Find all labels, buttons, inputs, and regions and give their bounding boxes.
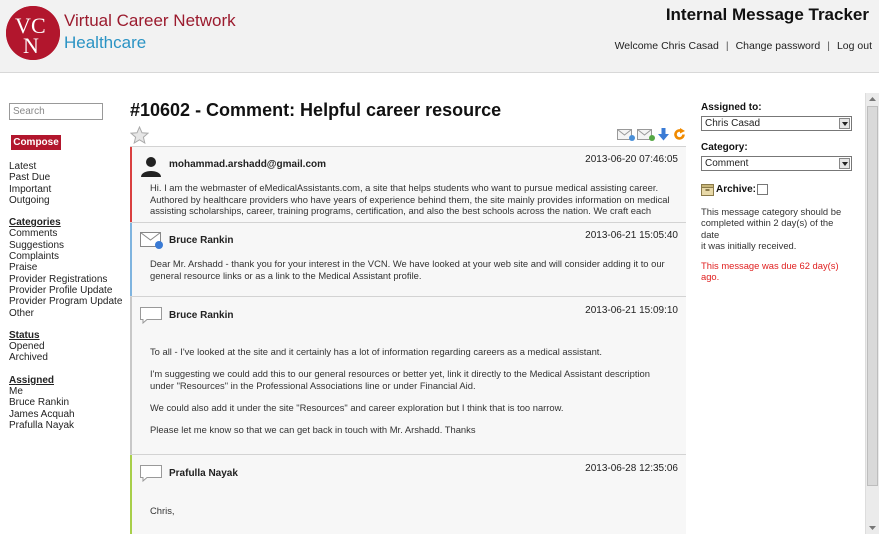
message-bar xyxy=(130,147,132,222)
thread-message: mohammad.arshadd@gmail.com 2013-06-20 07… xyxy=(130,146,686,222)
message-paragraph: Chris, xyxy=(150,505,175,516)
nav-category-provider-registrations[interactable]: Provider Registrations xyxy=(9,274,124,285)
message-toolbar xyxy=(617,128,689,142)
message-sender: mohammad.arshadd@gmail.com xyxy=(169,159,327,170)
forward-mail-icon[interactable] xyxy=(617,128,635,144)
download-arrow-icon[interactable] xyxy=(658,128,669,144)
assigned-to-select[interactable]: Chris Casad xyxy=(701,116,852,131)
change-password-link[interactable]: Change password xyxy=(736,40,821,52)
categories-nav: Categories Comments Suggestions Complain… xyxy=(9,217,124,319)
views-nav: Latest Past Due Important Outgoing xyxy=(9,161,124,206)
message-paragraph: Hi. I am the webmaster of eMedicalAssist… xyxy=(150,182,670,217)
nav-category-other[interactable]: Other xyxy=(9,308,124,319)
message-timestamp: 2013-06-20 07:46:05 xyxy=(585,154,678,165)
message-body: Hi. I am the webmaster of eMedicalAssist… xyxy=(150,182,675,220)
message-paragraph: We could also add it under the site "Res… xyxy=(150,401,564,413)
completion-note: This message category should be complete… xyxy=(701,206,842,252)
category-value: Comment xyxy=(705,158,749,169)
thread-message: Bruce Rankin 2013-06-21 15:05:40 Dear Mr… xyxy=(130,222,686,296)
refresh-icon[interactable] xyxy=(673,128,686,144)
app-title: Internal Message Tracker xyxy=(665,5,869,24)
categories-header[interactable]: Categories xyxy=(9,217,124,228)
status-nav: Status Opened Archived xyxy=(9,330,124,364)
header: V C N Virtual Career Network Healthcare … xyxy=(0,0,879,73)
message-timestamp: 2013-06-21 15:05:40 xyxy=(585,230,678,241)
nav-assigned-james-acquah[interactable]: James Acquah xyxy=(9,409,124,420)
nav-category-praise[interactable]: Praise xyxy=(9,262,124,273)
message-timestamp: 2013-06-28 12:35:06 xyxy=(585,463,678,474)
comment-bubble-icon xyxy=(140,465,162,485)
message-timestamp: 2013-06-21 15:09:10 xyxy=(585,305,678,316)
message-bar xyxy=(130,455,132,534)
assigned-nav: Assigned Me Bruce Rankin James Acquah Pr… xyxy=(9,375,124,431)
category-select[interactable]: Comment xyxy=(701,156,852,171)
nav-important[interactable]: Important xyxy=(9,184,124,195)
thread-message: Prafulla Nayak 2013-06-28 12:35:06 Chris… xyxy=(130,454,686,534)
nav-status-opened[interactable]: Opened xyxy=(9,341,124,352)
status-header[interactable]: Status xyxy=(9,330,124,341)
message-paragraph: I'm suggesting we could add this to our … xyxy=(150,368,650,391)
nav-latest[interactable]: Latest xyxy=(9,161,124,172)
logout-link[interactable]: Log out xyxy=(837,40,872,52)
assigned-to-value: Chris Casad xyxy=(705,118,761,129)
nav-category-complaints[interactable]: Complaints xyxy=(9,251,124,262)
message-bar xyxy=(130,223,132,296)
page-title: #10602 - Comment: Helpful career resourc… xyxy=(130,100,502,120)
nav-assigned-prafulla-nayak[interactable]: Prafulla Nayak xyxy=(9,420,124,431)
welcome-text: Welcome Chris Casad xyxy=(614,40,719,52)
add-mail-icon[interactable] xyxy=(637,128,655,144)
archive-box-icon xyxy=(701,184,714,199)
brand-subtitle: Healthcare xyxy=(64,33,147,52)
vcn-logo[interactable]: V C N xyxy=(6,6,60,60)
sidebar: Compose Latest Past Due Important Outgoi… xyxy=(9,103,124,431)
nav-outgoing[interactable]: Outgoing xyxy=(9,195,124,206)
message-body: Dear Mr. Arshadd - thank you for your in… xyxy=(150,258,675,292)
message-paragraph: Dear Mr. Arshadd - thank you for your in… xyxy=(150,258,665,281)
message-sender: Bruce Rankin xyxy=(169,310,234,321)
assigned-to-label: Assigned to: xyxy=(701,102,762,113)
message-body: To all - I've looked at the site and it … xyxy=(150,346,675,446)
archive-checkbox[interactable] xyxy=(757,184,768,195)
user-avatar-icon xyxy=(140,155,162,180)
nav-category-suggestions[interactable]: Suggestions xyxy=(9,240,124,251)
archive-row: Archive: xyxy=(701,184,853,198)
message-main: #10602 - Comment: Helpful career resourc… xyxy=(129,100,690,145)
category-label: Category: xyxy=(701,142,748,153)
brand-name: Virtual Career Network xyxy=(64,11,236,30)
message-sender: Prafulla Nayak xyxy=(169,468,238,479)
nav-category-provider-profile-update[interactable]: Provider Profile Update xyxy=(9,285,124,296)
nav-status-archived[interactable]: Archived xyxy=(9,352,124,363)
message-properties-panel: Assigned to: Chris Casad Category: Comme… xyxy=(701,102,853,282)
scroll-up-arrow-icon[interactable] xyxy=(866,93,879,106)
page-scrollbar[interactable] xyxy=(865,93,879,534)
nav-category-provider-program-update[interactable]: Provider Program Update xyxy=(9,296,124,307)
star-icon[interactable] xyxy=(129,125,150,147)
message-bar xyxy=(130,297,132,454)
scroll-down-arrow-icon[interactable] xyxy=(866,521,879,534)
nav-category-comments[interactable]: Comments xyxy=(9,228,124,239)
svg-text:N: N xyxy=(23,33,39,58)
chevron-down-icon xyxy=(839,158,850,169)
archive-label: Archive: xyxy=(716,184,757,195)
user-links: Welcome Chris Casad | Change password | Log … xyxy=(614,40,872,52)
message-paragraph: Please let me know so that we can get ba… xyxy=(150,424,476,436)
assigned-header[interactable]: Assigned xyxy=(9,375,124,386)
vcn-logo-mark: V C N xyxy=(6,6,60,60)
message-sender: Bruce Rankin xyxy=(169,235,234,246)
nav-assigned-bruce-rankin[interactable]: Bruce Rankin xyxy=(9,397,124,408)
thread-message: Bruce Rankin 2013-06-21 15:09:10 To all … xyxy=(130,296,686,454)
message-body: Chris, xyxy=(150,505,675,527)
chevron-down-icon xyxy=(839,118,850,129)
search-input[interactable] xyxy=(9,103,103,120)
scroll-thumb[interactable] xyxy=(867,106,878,486)
message-paragraph: To all - I've looked at the site and it … xyxy=(150,346,603,357)
comment-bubble-icon xyxy=(140,307,162,327)
email-reply-icon xyxy=(140,232,164,253)
nav-past-due[interactable]: Past Due xyxy=(9,172,124,183)
past-due-notice: This message was due 62 day(s) ago. xyxy=(701,259,839,283)
compose-button[interactable]: Compose xyxy=(11,135,61,150)
nav-assigned-me[interactable]: Me xyxy=(9,386,124,397)
